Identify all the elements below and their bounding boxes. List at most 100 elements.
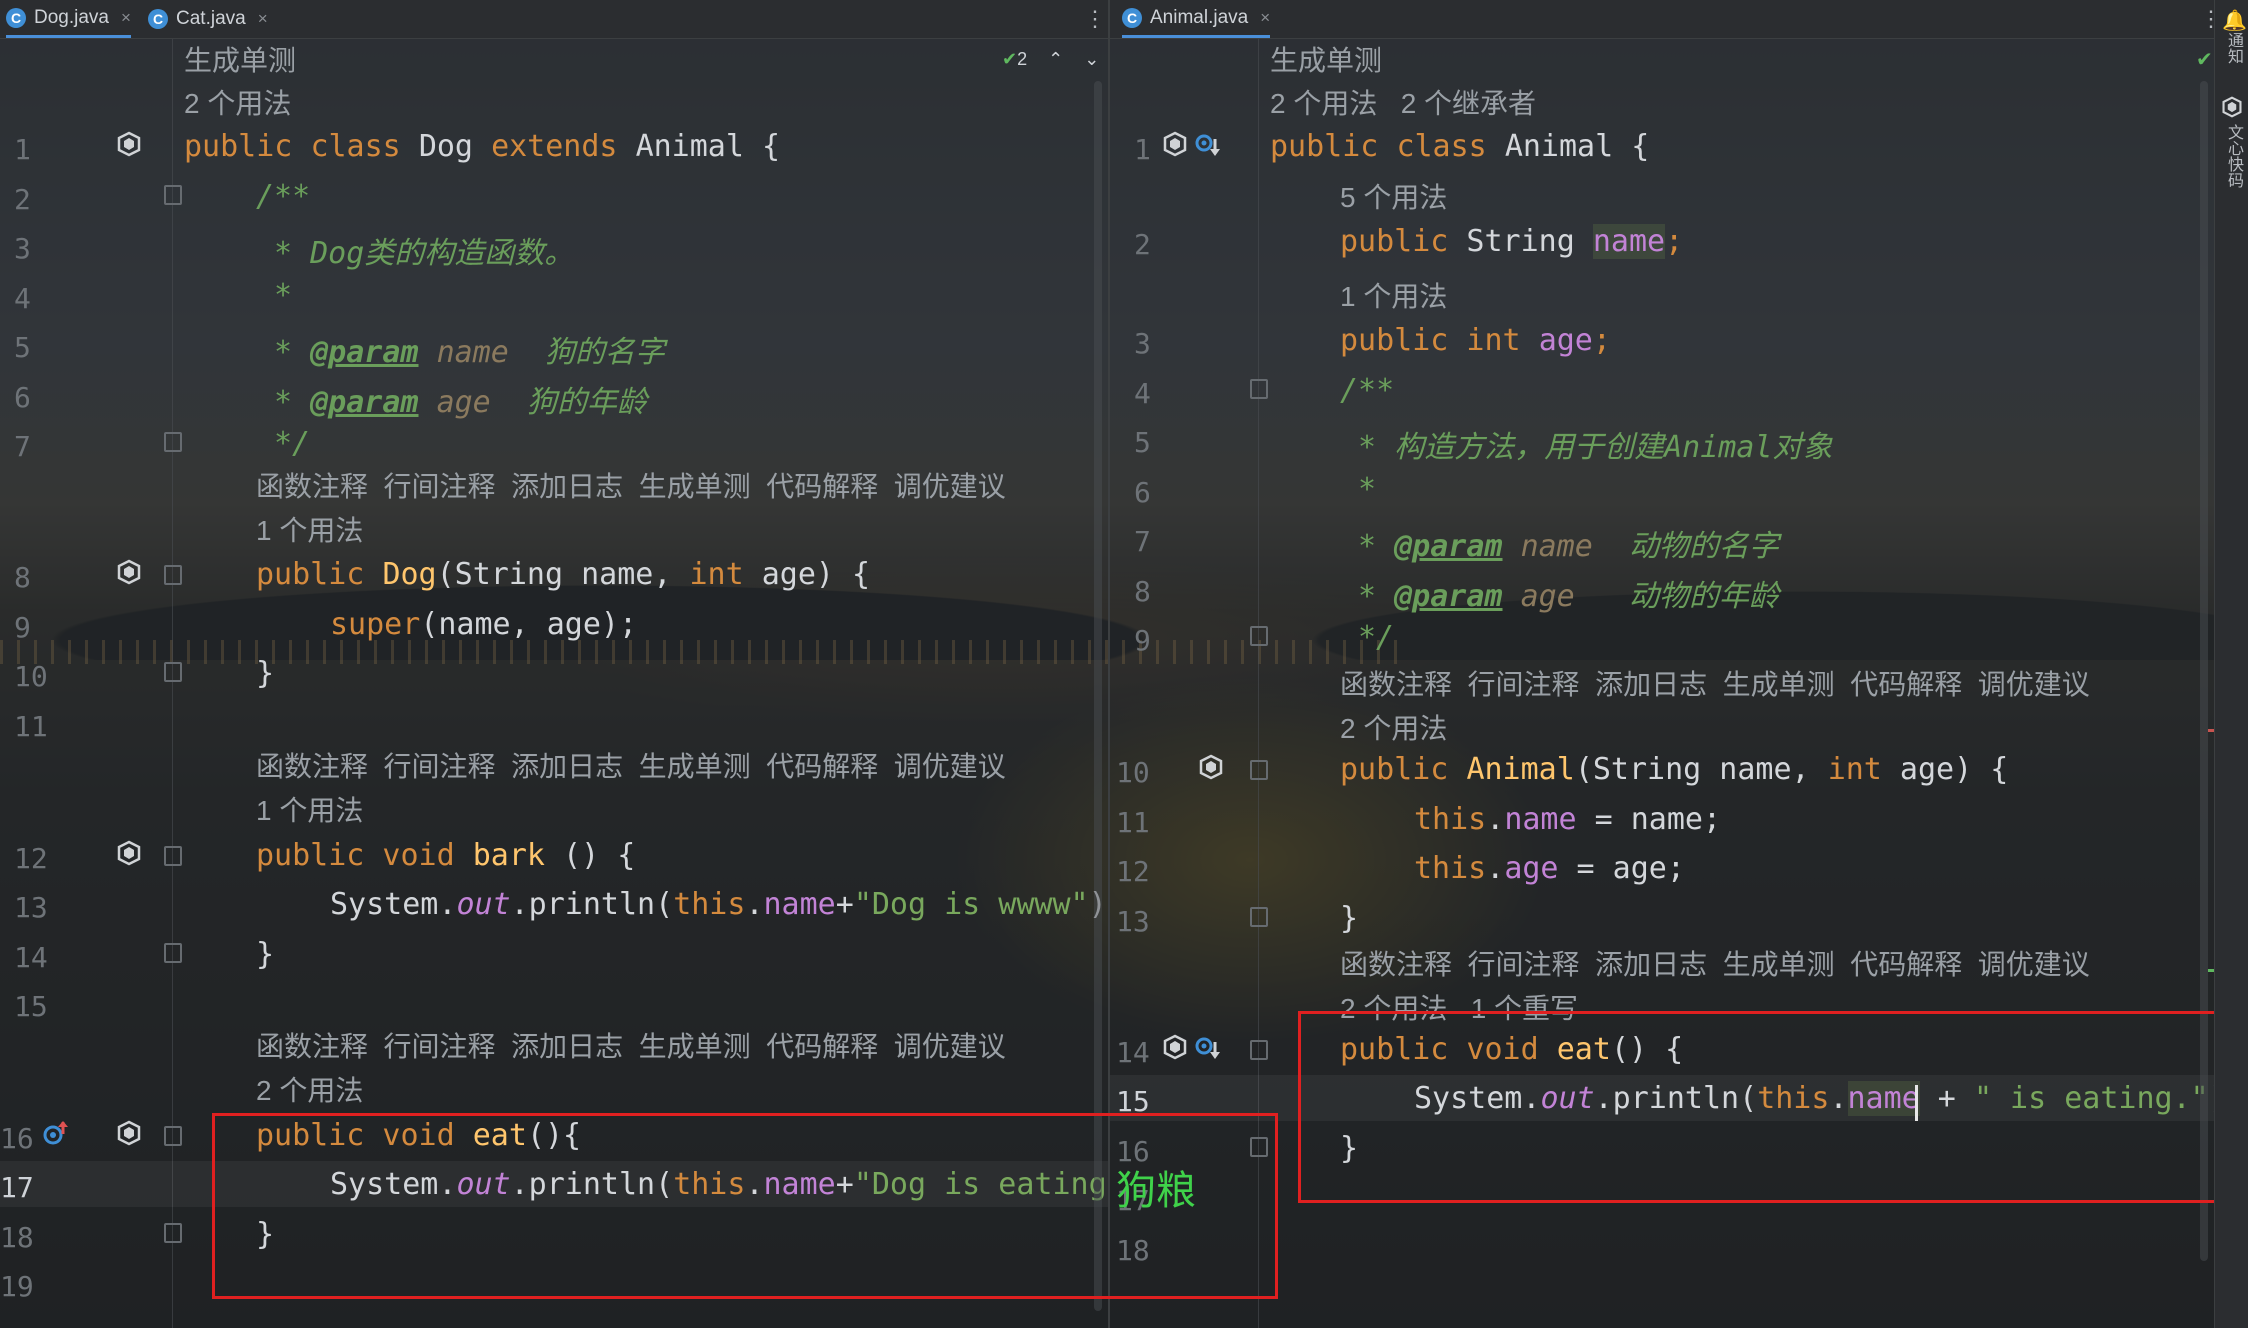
ai-assistant-icon[interactable] — [2221, 96, 2243, 118]
tab-animal-java[interactable]: C Animal.java × — [1122, 0, 1271, 38]
codelens-usages[interactable]: 2 个用法 — [256, 1069, 363, 1109]
code-line-8[interactable]: public Dog(String name, int age) { — [256, 557, 870, 592]
code-line-13[interactable]: System.out.println(this.name+"Dog is www… — [330, 887, 1107, 922]
fold-icon[interactable] — [164, 432, 182, 452]
implemented-method-icon[interactable] — [1198, 754, 1224, 780]
bell-icon[interactable]: 🔔 — [2222, 8, 2247, 32]
line-number: 11 — [1116, 806, 1150, 839]
close-icon[interactable]: × — [121, 8, 131, 28]
close-icon[interactable]: × — [1260, 8, 1270, 28]
code-line-8[interactable]: * @param age 动物的年龄 — [1358, 571, 1779, 615]
implemented-method-icon[interactable] — [116, 559, 142, 585]
chevron-down-icon[interactable]: ⌄ — [1084, 49, 1099, 69]
line-number: 12 — [1116, 855, 1150, 888]
line-number: 5 — [14, 331, 31, 364]
codelens-usages[interactable]: 1 个用法 — [256, 789, 363, 829]
tab-label: Cat.java — [176, 8, 246, 29]
code-line-3[interactable]: public int age; — [1340, 323, 1611, 358]
codelens-gen-test[interactable]: 生成单测 — [184, 39, 296, 79]
fold-icon[interactable] — [164, 565, 182, 585]
code-line-14[interactable]: } — [256, 937, 274, 972]
fold-icon[interactable] — [164, 1126, 182, 1146]
java-class-icon: C — [1122, 7, 1142, 28]
tab-cat-java[interactable]: C Cat.java × — [148, 0, 268, 38]
implemented-class-icon[interactable] — [1162, 131, 1188, 157]
codelens-usages-inheritors[interactable]: 2 个用法 2 个继承者 — [1270, 82, 1536, 122]
line-number: 4 — [1134, 377, 1151, 410]
codelens-ai-actions[interactable]: 函数注释 行间注释 添加日志 生成单测 代码解释 调优建议 — [256, 465, 1006, 505]
code-line-12[interactable]: this.age = age; — [1414, 851, 1685, 886]
code-line-7[interactable]: * @param name 动物的名字 — [1358, 521, 1779, 565]
fold-icon[interactable] — [164, 1223, 182, 1243]
codelens-usages[interactable]: 2 个用法 — [184, 82, 291, 122]
code-line-7[interactable]: */ — [274, 426, 310, 461]
line-number: 16 — [0, 1122, 34, 1155]
fold-icon[interactable] — [164, 662, 182, 682]
code-line-5[interactable]: * 构造方法，用于创建Animal对象 — [1358, 422, 1833, 466]
java-class-icon: C — [148, 9, 168, 29]
line-number: 19 — [0, 1270, 34, 1303]
line-number: 10 — [14, 660, 48, 693]
close-icon[interactable]: × — [258, 9, 268, 29]
inspection-ok-icon[interactable]: ✔ — [2196, 47, 2213, 72]
code-line-13[interactable]: } — [1340, 901, 1358, 936]
implemented-class-icon[interactable] — [116, 131, 142, 157]
fold-icon[interactable] — [1250, 626, 1268, 646]
fold-icon[interactable] — [164, 943, 182, 963]
line-number: 1 — [14, 133, 31, 166]
left-tab-bar: C Dog.java × C Cat.java × ⋮ — [0, 0, 1108, 39]
code-line-4[interactable]: /** — [1340, 373, 1394, 408]
line-number: 7 — [14, 430, 31, 463]
tab-dog-java[interactable]: C Dog.java × — [6, 0, 131, 38]
overridden-method-icon[interactable] — [1194, 1034, 1220, 1060]
code-line-11[interactable]: this.name = name; — [1414, 802, 1721, 837]
code-line-10[interactable]: } — [256, 656, 274, 691]
tab-label: Dog.java — [34, 6, 109, 28]
line-number: 3 — [14, 232, 31, 265]
fold-icon[interactable] — [164, 185, 182, 205]
fold-icon[interactable] — [1250, 379, 1268, 399]
codelens-usages[interactable]: 1 个用法 — [1340, 275, 1447, 315]
code-line-12[interactable]: public void bark () { — [256, 838, 635, 873]
line-number: 15 — [14, 990, 48, 1023]
fold-icon[interactable] — [164, 846, 182, 866]
fold-icon[interactable] — [1250, 907, 1268, 927]
chevron-up-icon[interactable]: ⌃ — [1048, 49, 1063, 69]
code-line-4[interactable]: * — [274, 278, 292, 313]
code-line-2[interactable]: public String name; — [1340, 224, 1683, 259]
codelens-ai-actions[interactable]: 函数注释 行间注释 添加日志 生成单测 代码解释 调优建议 — [1340, 663, 2090, 703]
codelens-gen-test[interactable]: 生成单测 — [1270, 39, 1382, 79]
codelens-ai-actions[interactable]: 函数注释 行间注释 添加日志 生成单测 代码解释 调优建议 — [256, 745, 1006, 785]
highlight-box-animal-eat — [1298, 1011, 2226, 1203]
notifications-tool-button[interactable]: 通知 — [2221, 32, 2245, 64]
line-number: 14 — [1116, 1036, 1150, 1069]
fold-icon[interactable] — [1250, 1040, 1268, 1060]
code-line-2[interactable]: /** — [256, 179, 310, 214]
codelens-usages[interactable]: 1 个用法 — [256, 509, 363, 549]
codelens-ai-actions[interactable]: 函数注释 行间注释 添加日志 生成单测 代码解释 调优建议 — [1340, 943, 2090, 983]
code-line-5[interactable]: * @param name 狗的名字 — [274, 327, 665, 371]
codelens-ai-actions[interactable]: 函数注释 行间注释 添加日志 生成单测 代码解释 调优建议 — [256, 1025, 1006, 1065]
implemented-method-icon[interactable] — [116, 1120, 142, 1146]
line-number: 2 — [1134, 228, 1151, 261]
codelens-usages[interactable]: 5 个用法 — [1340, 176, 1447, 216]
highlight-box-dog-eat — [212, 1113, 1278, 1299]
implemented-method-icon[interactable] — [116, 840, 142, 866]
code-line-10[interactable]: public Animal(String name, int age) { — [1340, 752, 2008, 787]
code-line-1[interactable]: public class Dog extends Animal { — [184, 129, 780, 164]
has-subclasses-icon[interactable] — [1194, 131, 1220, 157]
code-line-6[interactable]: * @param age 狗的年龄 — [274, 377, 647, 421]
codelens-usages[interactable]: 2 个用法 — [1340, 707, 1447, 747]
line-number: 6 — [1134, 476, 1151, 509]
ai-assistant-tool-button[interactable]: 文心快码 — [2221, 124, 2245, 188]
code-line-6[interactable]: * — [1358, 472, 1376, 507]
code-line-1[interactable]: public class Animal { — [1270, 129, 1649, 164]
inspection-widget[interactable]: ✔2 ⌃ ⌄ — [1002, 49, 1099, 70]
code-line-9[interactable]: */ — [1358, 620, 1394, 655]
implemented-method-icon[interactable] — [1162, 1034, 1188, 1060]
fold-icon[interactable] — [1250, 760, 1268, 780]
code-line-3[interactable]: * Dog类的构造函数。 — [274, 228, 574, 272]
more-options-icon[interactable]: ⋮ — [1084, 6, 1106, 32]
overrides-method-icon[interactable] — [42, 1120, 68, 1146]
code-line-9[interactable]: super(name, age); — [330, 607, 637, 642]
